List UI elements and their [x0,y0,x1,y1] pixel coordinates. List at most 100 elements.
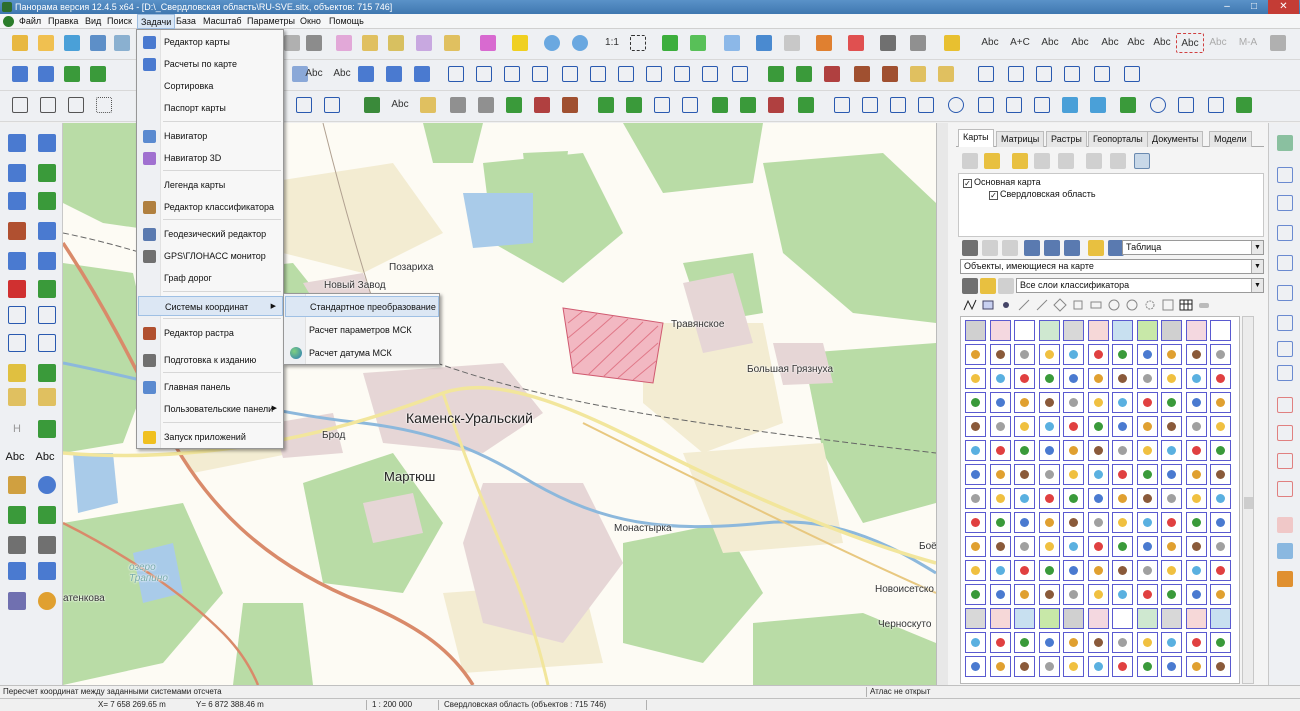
object-6-icon[interactable] [796,95,816,115]
star-node-icon[interactable] [860,95,880,115]
symbol-cell[interactable] [1136,416,1158,437]
symbol-cell[interactable] [1161,392,1182,413]
select-area-icon[interactable] [334,33,354,53]
node-split-icon[interactable] [530,64,550,84]
palette-icon[interactable] [814,33,834,53]
symbol-cell[interactable] [1210,488,1231,509]
polygon-node-icon[interactable] [1122,64,1142,84]
abc-frame-icon[interactable]: Abc [1176,33,1204,53]
symbol-cell[interactable] [965,464,986,485]
symbol-cell[interactable] [1112,560,1133,581]
m-a-icon[interactable]: M-A [1234,33,1262,53]
green-edit-icon[interactable] [35,361,59,385]
symbol-cell[interactable] [1112,536,1133,557]
view-mode-select[interactable]: Таблица ▼ [1122,240,1264,255]
symbol-cell[interactable] [1063,464,1084,485]
symbol-cell[interactable] [1210,632,1231,653]
symbol-cell[interactable] [1112,656,1133,677]
a-plus-c-icon[interactable]: A+C [1006,33,1034,53]
symbol-cell[interactable] [1161,584,1182,605]
node-line-icon[interactable] [5,303,29,327]
scissors-icon[interactable] [5,249,29,273]
polyline-node-icon[interactable] [294,95,314,115]
symbol-cell[interactable] [1087,632,1109,653]
table-icon[interactable] [1024,240,1040,256]
triangulate-icon[interactable] [1275,395,1295,415]
symbol-cell[interactable] [1136,392,1158,413]
symbol-cell[interactable] [1087,608,1109,629]
arrow-right-icon[interactable] [916,95,936,115]
symbol-cell[interactable] [1136,632,1158,653]
symbol-cell[interactable] [989,392,1011,413]
curve-3-icon[interactable] [1034,64,1054,84]
symbol-cell[interactable] [965,608,986,629]
fit-window-icon[interactable] [628,33,648,53]
menu-item-classifier-editor[interactable]: Редактор классификатора [138,197,283,217]
redo-icon[interactable] [5,559,29,583]
grid-type-icon[interactable] [1178,297,1194,313]
pencil-blue-2-icon[interactable] [384,64,404,84]
abc-strike-icon[interactable]: Abc [1066,33,1094,53]
triangulate-3-icon[interactable] [1275,451,1295,471]
symbol-cell[interactable] [1087,392,1109,413]
help-icon[interactable] [942,33,962,53]
filter-icon[interactable] [982,240,998,256]
symbol-cell[interactable] [1210,464,1231,485]
iron-2-icon[interactable] [1088,95,1108,115]
abc-disabled-icon[interactable]: Abc [1204,33,1232,53]
symbol-grid-scrollbar[interactable] [1242,316,1254,684]
symbol-cell[interactable] [1210,392,1231,413]
symbol-cell[interactable] [1185,440,1207,461]
lightning-icon[interactable] [510,33,530,53]
delete-cross-icon[interactable] [766,64,786,84]
symbol-cell[interactable] [965,392,986,413]
abc-check-icon[interactable]: Abc [1096,33,1124,53]
symbol-cell[interactable] [965,584,986,605]
iron-icon[interactable] [1060,95,1080,115]
move-object-icon[interactable] [414,33,434,53]
symbol-cell[interactable] [1185,656,1207,677]
triangulate-2-icon[interactable] [1275,423,1295,443]
symbol-cell[interactable] [1136,464,1158,485]
menu-help[interactable]: Помощь [326,14,367,29]
symbol-cell[interactable] [1087,440,1109,461]
axes-icon[interactable] [1206,95,1226,115]
pen-color-icon[interactable] [1268,33,1288,53]
symbol-cell[interactable] [1112,512,1133,533]
symbol-cell[interactable] [1185,464,1207,485]
delete-object-icon[interactable] [442,33,462,53]
symbol-cell[interactable] [1063,368,1084,389]
menu-edit[interactable]: Правка [45,14,81,29]
object-4-icon[interactable] [738,95,758,115]
tree-view-icon[interactable] [1134,153,1150,169]
symbol-cell[interactable] [1112,488,1133,509]
symbol-cell[interactable] [1014,608,1035,629]
symbol-cell[interactable] [1014,368,1035,389]
grid-icon[interactable] [10,95,30,115]
menu-item-geodesic-editor[interactable]: Геодезический редактор [138,224,283,244]
circle-icon[interactable] [946,95,966,115]
symbol-cell[interactable] [1185,368,1207,389]
tube-icon[interactable] [908,64,928,84]
tab-documents[interactable]: Документы [1147,131,1204,147]
curve-2-icon[interactable] [1006,64,1026,84]
symbol-cell[interactable] [1014,656,1035,677]
abc-place-icon[interactable]: Abc [300,64,328,84]
n-node-icon[interactable] [1062,64,1082,84]
pencil-blue-icon[interactable] [356,64,376,84]
new-doc-icon[interactable] [1034,153,1050,169]
car-type-icon[interactable] [1196,297,1212,313]
arrow-node-icon[interactable] [832,95,852,115]
menu-view[interactable]: Вид [82,14,104,29]
pointer-icon[interactable] [722,33,742,53]
symbol-cell[interactable] [965,416,986,437]
arc-icon[interactable] [1032,95,1052,115]
layers-select[interactable]: Все слои классификатора ▼ [1016,278,1264,293]
symbol-cell[interactable] [1087,488,1109,509]
symbol-cell[interactable] [1038,632,1060,653]
symbol-cell[interactable] [1112,584,1133,605]
pencil-blue-3-icon[interactable] [412,64,432,84]
close-button[interactable]: ✕ [1268,0,1299,14]
symbol-cell[interactable] [1161,344,1182,365]
dotted-frame-icon[interactable] [94,95,114,115]
